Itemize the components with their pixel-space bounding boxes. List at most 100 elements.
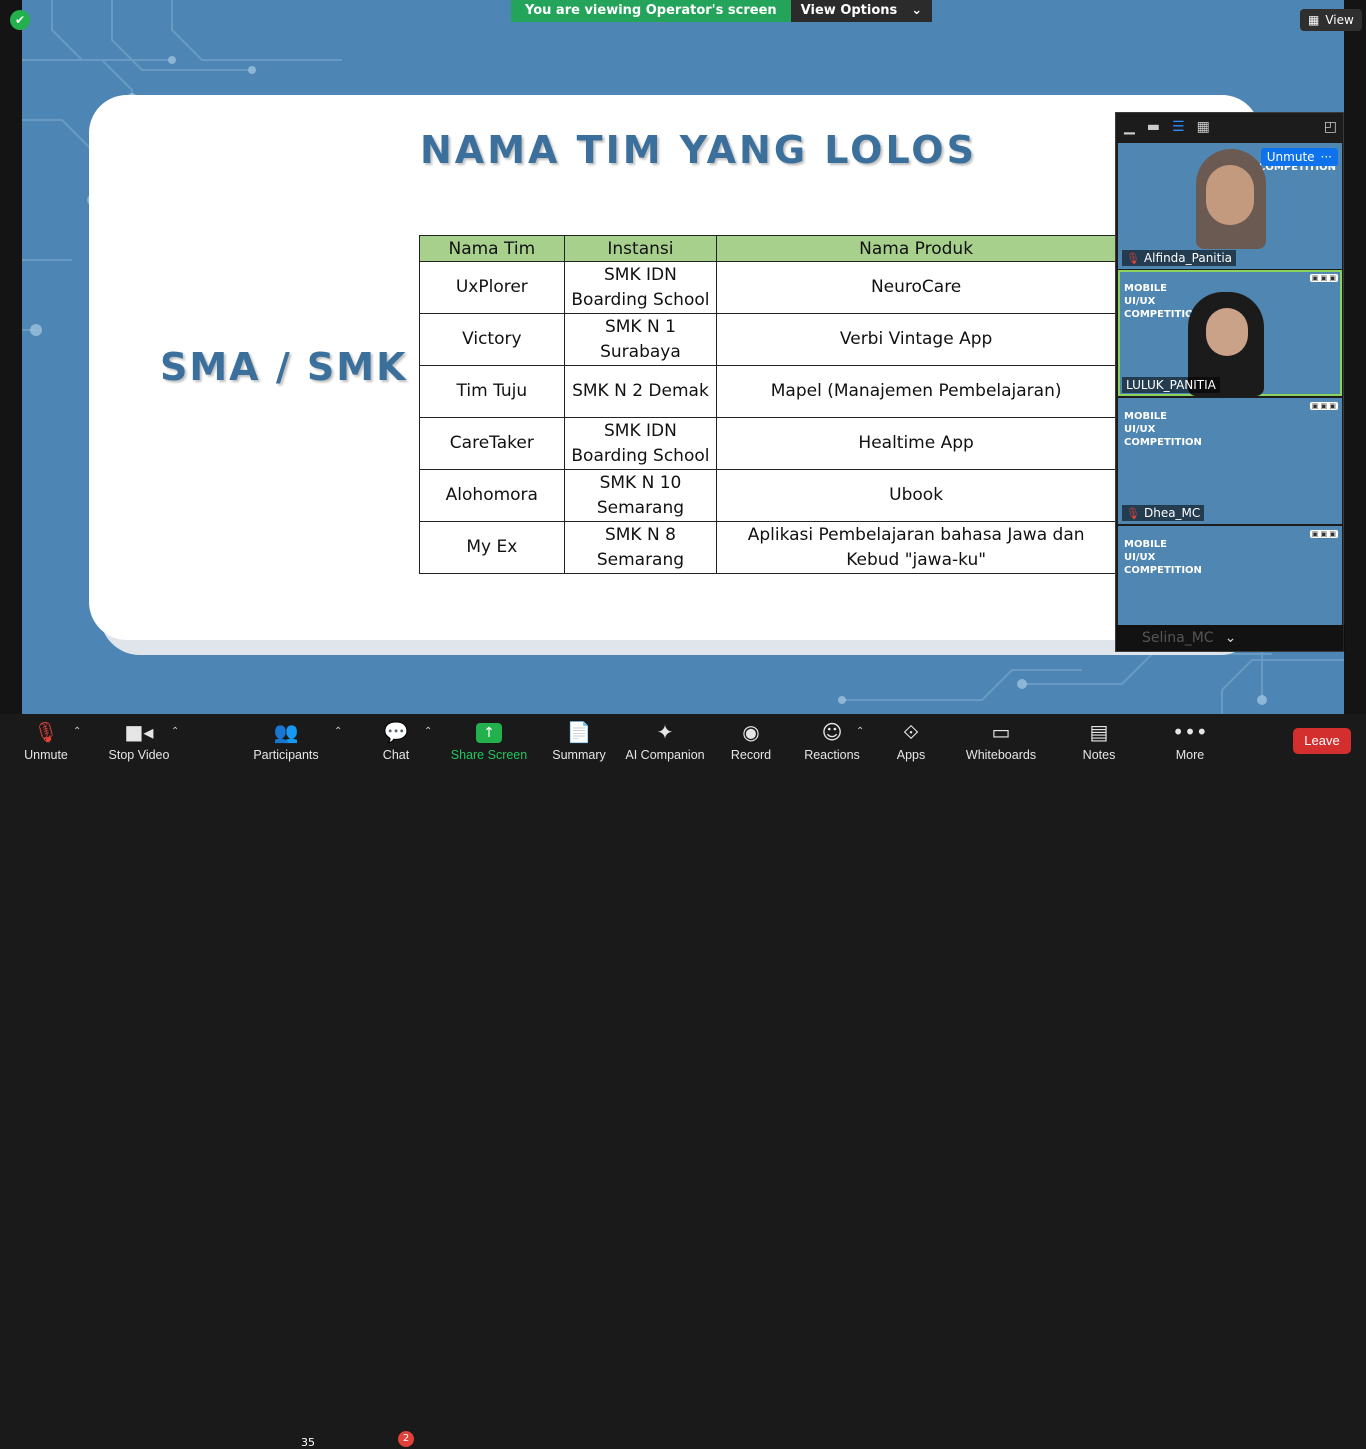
table-cell: SMK N 8 Semarang	[563, 521, 718, 574]
chat-caret-icon[interactable]: ⌃	[424, 726, 432, 737]
participants-count: 35	[301, 1436, 315, 1449]
reactions-caret-icon[interactable]: ⌃	[856, 726, 864, 737]
record-icon: ◉	[742, 720, 760, 744]
summary-button[interactable]: 📄 Summary	[551, 714, 607, 768]
participant-name-tag: LULUK_PANITIA	[1122, 377, 1220, 393]
ai-companion-button[interactable]: ✦ AI Companion	[625, 714, 705, 768]
viewing-text: You are viewing Operator's screen	[511, 0, 791, 22]
security-shield-icon[interactable]: ✔	[10, 10, 30, 30]
participant-name: Dhea_MC	[1143, 506, 1201, 520]
participants-button[interactable]: 👥 Participants	[253, 714, 319, 768]
reactions-button[interactable]: ☺ Reactions	[804, 714, 860, 768]
whiteboard-icon: ▭	[991, 720, 1011, 744]
chat-bubble-icon: 💬	[383, 720, 409, 744]
show-more-tiles-button[interactable]: Selina_MC ⌄	[1116, 625, 1345, 651]
participant-name-tag: 🎙 Dhea_MC	[1122, 505, 1205, 521]
record-label: Record	[730, 748, 772, 762]
apps-label: Apps	[896, 748, 926, 762]
chevron-down-icon: ⌄	[1224, 630, 1237, 646]
table-cell: Verbi Vintage App	[716, 313, 1116, 366]
participant-name: Selina_MC	[1142, 630, 1214, 646]
tile-status-icons: ▣ ▣ ▣	[1309, 402, 1338, 410]
chat-label: Chat	[382, 748, 410, 762]
table-cell: SMK N 1 Surabaya	[563, 313, 718, 366]
reactions-label: Reactions	[804, 748, 860, 762]
share-screen-arrow-icon: ↑	[476, 723, 502, 743]
chevron-down-icon: ⌄	[911, 3, 923, 18]
apps-icon: ⟐	[903, 720, 919, 744]
unmute-badge-label: Unmute	[1266, 150, 1315, 164]
table-cell: NeuroCare	[716, 261, 1116, 314]
more-dots-icon: •••	[1172, 720, 1208, 744]
whiteboards-label: Whiteboards	[965, 748, 1037, 762]
table-header-row: Nama Tim Instansi Nama Produk	[419, 235, 1116, 262]
view-options-label: View Options	[800, 3, 898, 18]
smiley-icon: ☺	[821, 720, 843, 744]
unmute-request-button[interactable]: Unmute ···	[1260, 148, 1338, 166]
notes-icon: ▤	[1089, 720, 1109, 744]
viewing-banner: You are viewing Operator's screen View O…	[511, 0, 933, 22]
summary-document-icon: 📄	[566, 720, 592, 744]
tile-slide-text: MOBILE UI/UX COMPETITION	[1124, 539, 1202, 576]
tile-status-icons: ▣ ▣ ▣	[1309, 530, 1338, 538]
table-row: CareTaker SMK IDN Boarding School Healti…	[419, 417, 1116, 470]
whiteboards-button[interactable]: ▭ Whiteboards	[965, 714, 1037, 768]
more-icon: ···	[1320, 150, 1332, 164]
record-button[interactable]: ◉ Record	[729, 714, 773, 768]
video-options-caret-icon[interactable]: ⌃	[171, 726, 179, 737]
table-cell: Healtime App	[716, 417, 1116, 470]
participants-label: Participants	[253, 748, 319, 762]
chat-button[interactable]: 💬 Chat	[380, 714, 412, 768]
more-button[interactable]: ••• More	[1172, 714, 1208, 768]
video-tile[interactable]: MOBILE UI/UX COMPETITION ▣ ▣ ▣ LULUK_PAN…	[1118, 270, 1342, 396]
table-cell: Aplikasi Pembelajaran bahasa Jawa dan Ke…	[716, 521, 1116, 574]
minimize-icon[interactable]: ▁	[1124, 119, 1135, 135]
hide-video-icon[interactable]: ▬	[1147, 119, 1160, 135]
unmute-button[interactable]: 🎙 Unmute	[22, 714, 70, 768]
slide-category: SMA / SMK	[160, 345, 408, 389]
slide-content: NAMA TIM YANG LOLOS SMA / SMK Nama Tim I…	[0, 0, 1116, 714]
tile-status-icons: ▣ ▣ ▣	[1309, 274, 1338, 282]
leave-button[interactable]: Leave	[1293, 728, 1351, 754]
table-row: Alohomora SMK N 10 Semarang Ubook	[419, 469, 1116, 522]
video-tile[interactable]: MOBILE UI/UX COMPETITION ▣ ▣ ▣	[1118, 526, 1342, 625]
audio-options-caret-icon[interactable]: ⌃	[73, 726, 81, 737]
table-cell: Alohomora	[419, 469, 565, 522]
participants-caret-icon[interactable]: ⌃	[334, 726, 342, 737]
view-button[interactable]: ▦ View	[1300, 9, 1362, 31]
view-options-button[interactable]: View Options ⌄	[790, 0, 933, 22]
table-cell: UxPlorer	[419, 261, 565, 314]
chat-unread-badge: 2	[398, 1431, 414, 1447]
notes-label: Notes	[1082, 748, 1116, 762]
notes-button[interactable]: ▤ Notes	[1080, 714, 1118, 768]
apps-button[interactable]: ⟐ Apps	[893, 714, 929, 768]
tile-slide-text: MOBILE UI/UX COMPETITION	[1124, 411, 1202, 448]
table-row: Tim Tuju SMK N 2 Demak Mapel (Manajemen …	[419, 365, 1116, 418]
table-cell: CareTaker	[419, 417, 565, 470]
teams-table: Nama Tim Instansi Nama Produk UxPlorer S…	[419, 235, 1116, 574]
table-row: UxPlorer SMK IDN Boarding School NeuroCa…	[419, 261, 1116, 314]
grid-view-icon[interactable]: ▦	[1197, 119, 1210, 135]
video-tile[interactable]: UI/UX COMPETITION Unmute ··· 🎙 Alfinda_P…	[1118, 143, 1342, 269]
summary-label: Summary	[552, 748, 606, 762]
strip-view-icon[interactable]: ☰	[1172, 119, 1185, 135]
table-header: Instansi	[563, 235, 718, 262]
video-tile[interactable]: MOBILE UI/UX COMPETITION ▣ ▣ ▣ 🎙 Dhea_MC	[1118, 398, 1342, 524]
ai-companion-label: AI Companion	[625, 748, 705, 762]
share-screen-button[interactable]: ↑ Share Screen	[450, 714, 528, 768]
stop-video-label: Stop Video	[108, 748, 170, 762]
table-cell: My Ex	[419, 521, 565, 574]
participant-name-tag: 🎙 Alfinda_Panitia	[1122, 250, 1237, 266]
table-cell: Victory	[419, 313, 565, 366]
video-panel: ▁ ▬ ☰ ▦ ◰ UI/UX COMPETITION Unmute ··· 🎙…	[1115, 112, 1345, 652]
mic-muted-icon: 🎙	[1126, 506, 1140, 520]
table-cell: Tim Tuju	[419, 365, 565, 418]
share-screen-label: Share Screen	[450, 748, 528, 762]
stop-video-button[interactable]: ■◂ Stop Video	[106, 714, 172, 768]
table-cell: Ubook	[716, 469, 1116, 522]
table-cell: SMK IDN Boarding School	[563, 417, 718, 470]
unmute-label: Unmute	[24, 748, 68, 762]
table-header: Nama Produk	[716, 235, 1116, 262]
table-cell: SMK N 2 Demak	[563, 365, 718, 418]
pop-out-icon[interactable]: ◰	[1324, 119, 1337, 135]
